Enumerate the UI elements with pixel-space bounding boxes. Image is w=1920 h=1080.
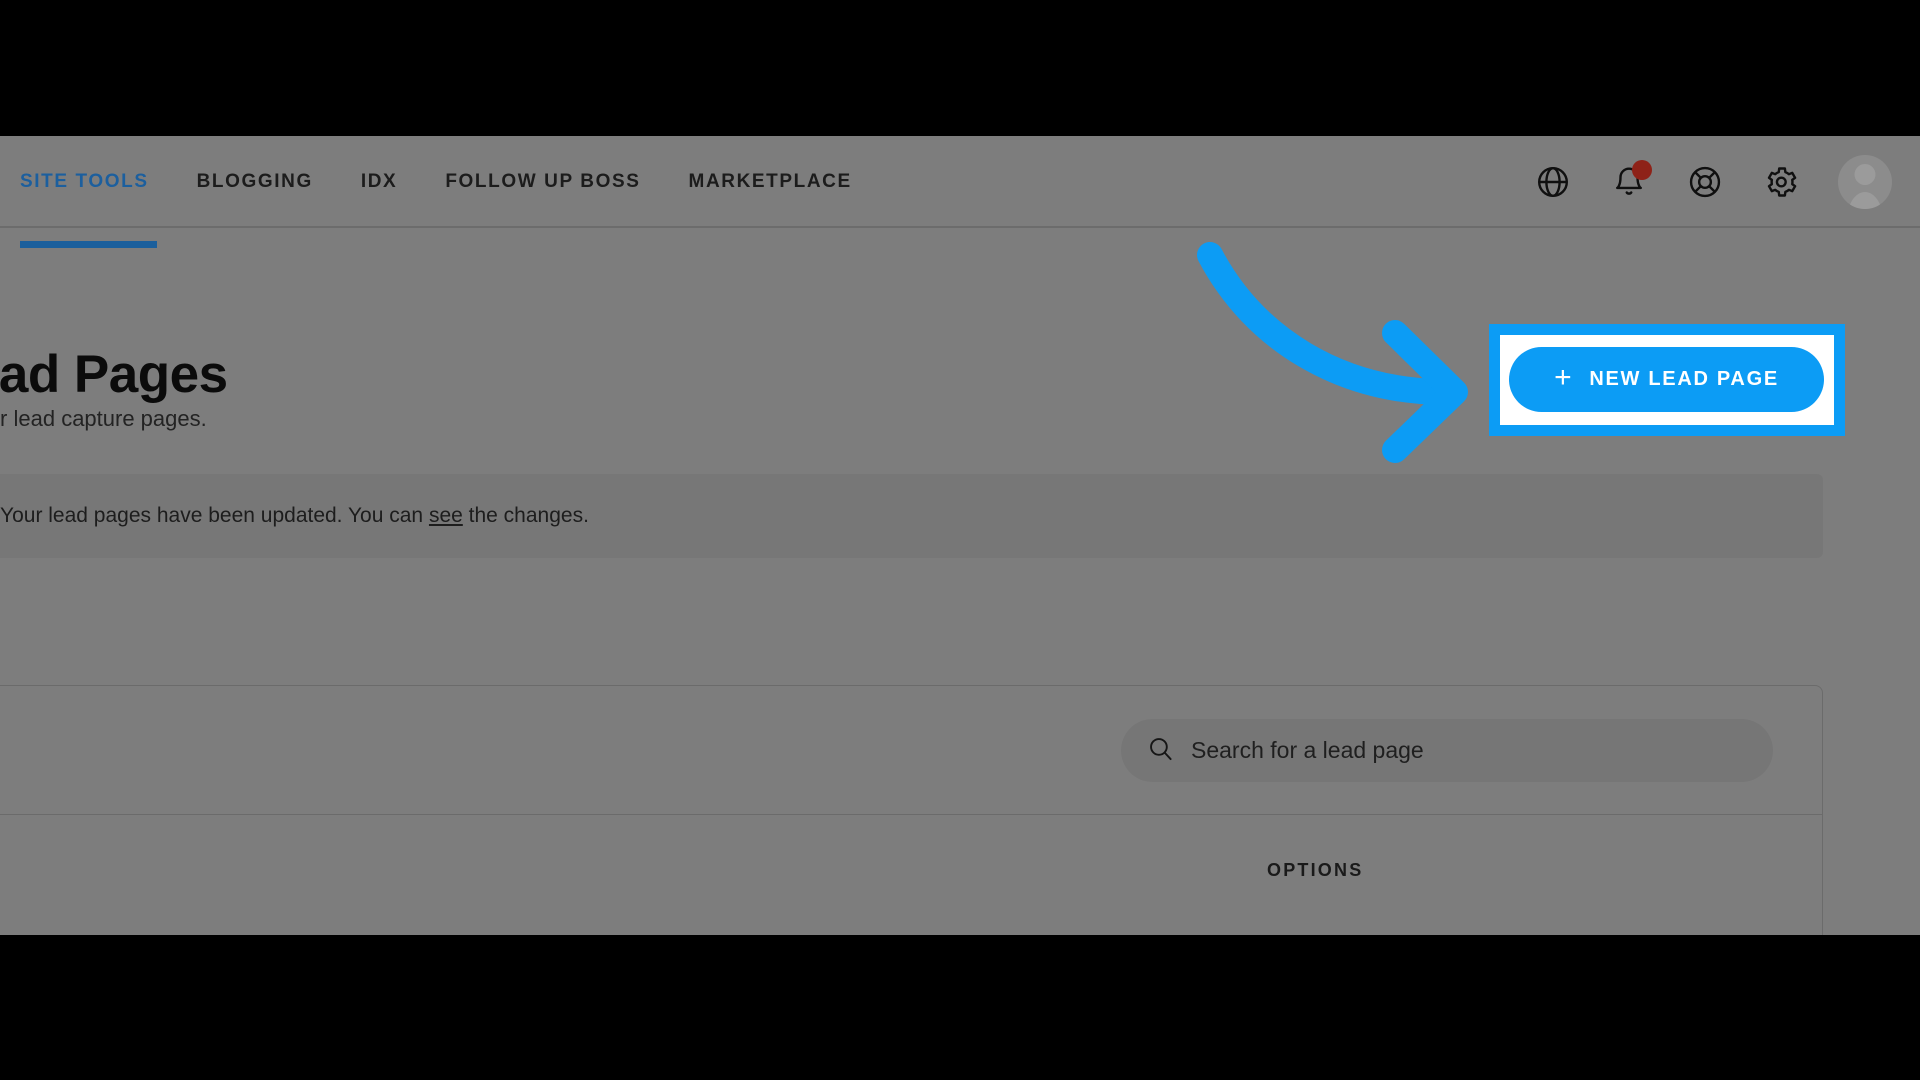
avatar[interactable] (1838, 154, 1892, 209)
banner-text-after: the changes. (462, 504, 589, 527)
search-field[interactable] (1121, 719, 1773, 782)
bell-notifications-icon[interactable] (1610, 159, 1652, 201)
nav-tab-site-tools[interactable]: SITE TOOLS (0, 136, 173, 248)
screen: SITE TOOLS BLOGGING IDX FOLLOW UP BOSS M… (0, 0, 1920, 1080)
avatar-body (1846, 191, 1884, 209)
avatar-head (1854, 163, 1876, 185)
nav-tab-idx[interactable]: IDX (337, 136, 421, 227)
nav-tab-list: SITE TOOLS BLOGGING IDX FOLLOW UP BOSS M… (0, 136, 876, 248)
lifering-help-icon[interactable] (1686, 163, 1724, 201)
nav-tab-label: FOLLOW UP BOSS (445, 170, 641, 192)
nav-divider (0, 226, 1920, 228)
browser-viewport: SITE TOOLS BLOGGING IDX FOLLOW UP BOSS M… (0, 136, 1920, 935)
page-title: Lead Pages (0, 345, 228, 404)
nav-tab-marketplace[interactable]: MARKETPLACE (665, 136, 876, 227)
nav-tab-label: IDX (360, 170, 398, 192)
card-toolbar (0, 686, 1822, 814)
nav-tab-label: BLOGGING (196, 170, 313, 192)
card-divider (0, 814, 1822, 815)
letterbox-top (0, 0, 1920, 136)
new-lead-page-label: NEW LEAD PAGE (1589, 368, 1779, 390)
page-subtitle: Create and manage your lead capture page… (0, 406, 207, 431)
nav-tab-label: MARKETPLACE (688, 170, 852, 192)
plus-icon: + (1554, 360, 1574, 394)
search-input[interactable] (1191, 737, 1747, 764)
nav-tab-label: SITE TOOLS (20, 170, 149, 192)
update-banner: Your lead pages have been updated. You c… (0, 474, 1823, 558)
letterbox-bottom (0, 935, 1920, 1080)
lead-pages-card: OPTIONS (0, 685, 1823, 935)
update-banner-text: Your lead pages have been updated. You c… (0, 504, 589, 528)
nav-icon-cluster (1534, 136, 1892, 227)
banner-text-before: Your lead pages have been updated. You c… (0, 504, 429, 527)
see-changes-link[interactable]: see (429, 504, 463, 527)
new-lead-page-button[interactable]: + NEW LEAD PAGE (1509, 347, 1824, 412)
top-navigation-bar: SITE TOOLS BLOGGING IDX FOLLOW UP BOSS M… (0, 136, 1920, 248)
gear-settings-icon[interactable] (1762, 163, 1800, 201)
globe-icon[interactable] (1534, 163, 1572, 201)
nav-tab-blogging[interactable]: BLOGGING (173, 136, 337, 227)
column-header-options: OPTIONS (1267, 860, 1364, 880)
search-icon (1147, 735, 1174, 767)
notification-badge (1632, 159, 1652, 180)
nav-tab-follow-up-boss[interactable]: FOLLOW UP BOSS (421, 136, 664, 227)
